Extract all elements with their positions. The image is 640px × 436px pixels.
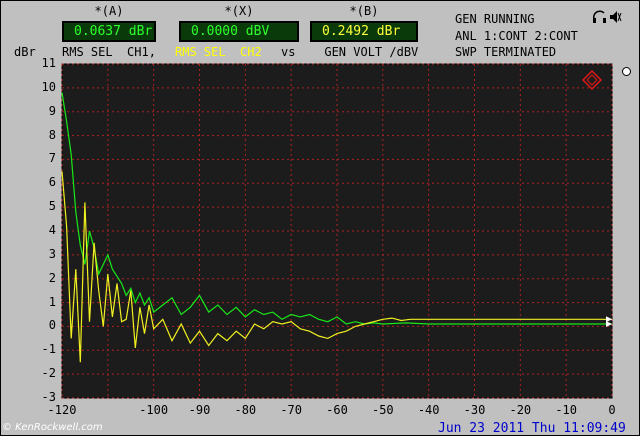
y-tick-label: 6 xyxy=(48,175,56,190)
y-tick-label: 1 xyxy=(48,294,56,309)
y-tick-label: 5 xyxy=(48,199,56,214)
y-tick-label: -2 xyxy=(41,366,56,381)
x-tick-label: -30 xyxy=(463,403,486,417)
x-tick-label: -40 xyxy=(417,403,440,417)
x-tick-label: -100 xyxy=(139,403,169,417)
y-tick-label: 3 xyxy=(48,246,56,261)
y-tick-label: 10 xyxy=(41,79,56,94)
watermark: © KenRockwell.com xyxy=(2,422,103,433)
x-tick-label: -20 xyxy=(509,403,532,417)
x-tick-label: 0 xyxy=(608,403,616,417)
y-tick-label: 2 xyxy=(48,270,56,285)
y-tick-label: 7 xyxy=(48,151,56,166)
x-tick-label: -90 xyxy=(188,403,211,417)
y-tick-label: -1 xyxy=(41,342,56,357)
y-tick-label: 9 xyxy=(48,103,56,118)
x-tick-label: -80 xyxy=(234,403,257,417)
y-tick-label: 8 xyxy=(48,127,56,142)
y-tick-label: -3 xyxy=(41,390,56,404)
sweep-chart xyxy=(61,63,613,399)
y-tick-label: 4 xyxy=(48,223,56,237)
y-tick-label: 11 xyxy=(41,56,56,70)
x-tick-label: -10 xyxy=(555,403,577,417)
x-tick-label: -50 xyxy=(371,403,394,417)
x-tick-label: -60 xyxy=(326,403,348,417)
x-tick-label: -120 xyxy=(47,403,77,417)
x-tick-label: -70 xyxy=(280,403,302,417)
y-tick-label: 0 xyxy=(48,318,56,333)
datetime: Jun 23 2011 Thu 11:09:49 xyxy=(438,421,626,436)
